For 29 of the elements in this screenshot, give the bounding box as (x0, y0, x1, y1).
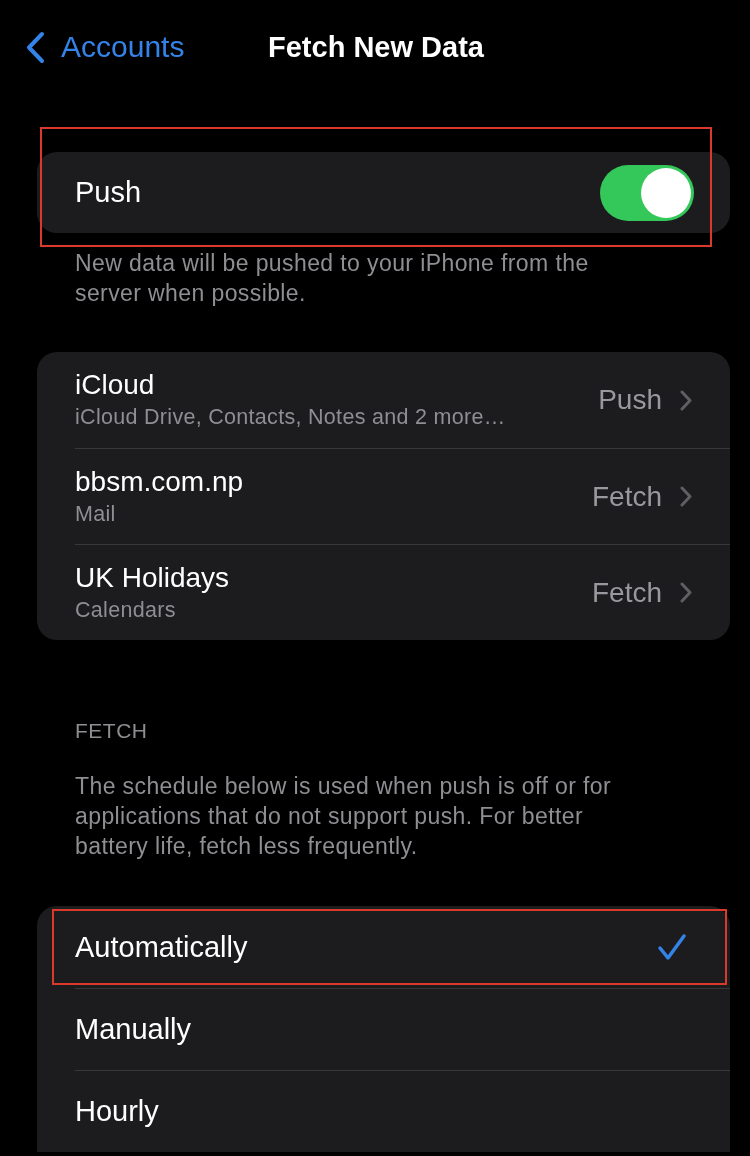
account-row[interactable]: bbsm.com.np Mail Fetch (37, 448, 730, 544)
chevron-right-icon (680, 582, 692, 603)
footnote-text: New data will be pushed to your iPhone from the server when possible. (75, 249, 590, 308)
section-description: The schedule below is used when push is off or for applications that do not support push. For better battery life, fetch less frequently. (75, 772, 613, 861)
back-button[interactable]: Accounts (25, 30, 185, 64)
option-label: Manually (75, 1015, 192, 1044)
chevron-right-icon (680, 486, 692, 507)
account-detail: Mail (75, 500, 116, 528)
fetch-mode-value: Fetch (591, 482, 662, 511)
section-header: FETCH (75, 718, 148, 744)
option-label: Automatically (75, 932, 248, 962)
fetch-mode-value: Fetch (591, 578, 662, 607)
account-name: UK Holidays (75, 560, 230, 595)
chevron-right-icon (680, 389, 692, 411)
account-detail: iCloud Drive, Contacts, Notes and 2 more… (75, 404, 506, 431)
option-row[interactable]: Manually (37, 988, 730, 1070)
account-name: bbsm.com.np (75, 464, 244, 499)
account-name: iCloud (75, 368, 155, 402)
back-chevron-icon (25, 30, 45, 64)
option-row[interactable]: Hourly (37, 1070, 730, 1152)
option-label: Hourly (75, 1097, 159, 1126)
fetch-mode-value: Push (598, 386, 662, 414)
checkmark-icon (657, 933, 687, 961)
account-row[interactable]: iCloud iCloud Drive, Contacts, Notes and 2 more… Push (37, 352, 730, 448)
push-label: Push (75, 178, 142, 207)
account-row[interactable]: UK Holidays Calendars Fetch (37, 544, 730, 640)
page-title: Fetch New Data (268, 32, 484, 62)
option-row[interactable]: Automatically (37, 906, 730, 988)
account-detail: Calendars (75, 596, 176, 624)
